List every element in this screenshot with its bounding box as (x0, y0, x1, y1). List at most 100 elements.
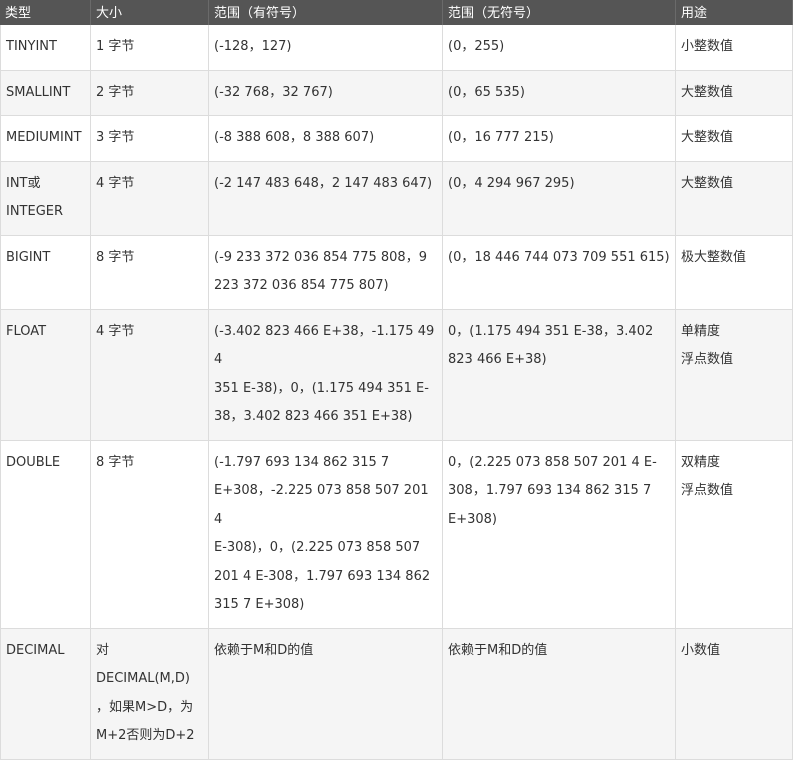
cell-text-line: 小整数值 (681, 39, 734, 54)
cell-signed-range: 依赖于M和D的值 (209, 628, 443, 759)
cell-unsigned-range: (0，16 777 215) (443, 116, 676, 161)
cell-type: FLOAT (0, 309, 91, 440)
cell-text-line: MEDIUMINT (6, 130, 82, 145)
cell-text-line: (-128，127) (214, 39, 292, 54)
cell-text-line: 大整数值 (681, 175, 734, 191)
cell-signed-range: (-128，127) (209, 25, 443, 70)
cell-type: SMALLINT (0, 70, 91, 115)
cell-size: 4 字节 (91, 309, 209, 440)
cell-signed-range: (-1.797 693 134 862 315 7 E+308，-2.225 07… (209, 440, 443, 628)
cell-use: 大整数值 (676, 161, 793, 235)
cell-use: 小整数值 (676, 25, 793, 70)
cell-type: TINYINT (0, 25, 91, 70)
cell-text-line: 315 7 E+308) (214, 597, 305, 612)
cell-text-line: 大整数值 (681, 130, 734, 145)
cell-use: 极大整数值 (676, 235, 793, 309)
cell-text-line: (-1.797 693 134 862 315 7 (214, 454, 390, 470)
table-row: TINYINT 1 字节 (-128，127) (0，255) 小整数值 (0, 25, 793, 71)
cell-text-line: 0，(1.175 494 351 E-38，3.402 (448, 323, 654, 339)
cell-unsigned-range: (0，18 446 744 073 709 551 615) (443, 235, 676, 309)
cell-text-line: (0，255) (448, 39, 505, 54)
cell-type: BIGINT (0, 235, 91, 309)
header-use: 用途 (676, 0, 793, 25)
cell-text-line: ，如果M>D，为 (96, 699, 194, 715)
cell-text-line: 依赖于M和D的值 (448, 642, 548, 658)
cell-unsigned-range: (0，255) (443, 25, 676, 70)
cell-text-line: (-3.402 823 466 E+38，-1.175 494 (214, 323, 435, 368)
cell-text-line: (0，16 777 215) (448, 130, 554, 145)
cell-size: 1 字节 (91, 25, 209, 70)
cell-text-line: DOUBLE (6, 454, 61, 470)
cell-text-line: 1 字节 (96, 39, 135, 54)
cell-signed-range: (-2 147 483 648，2 147 483 647) (209, 161, 443, 235)
cell-text-line: E+308) (448, 511, 497, 527)
cell-text-line: 823 466 E+38) (448, 352, 547, 367)
cell-text-line: BIGINT (6, 249, 51, 265)
header-size: 大小 (91, 0, 209, 25)
cell-use: 大整数值 (676, 70, 793, 115)
cell-text-line: 8 字节 (96, 454, 135, 470)
cell-signed-range: (-8 388 608，8 388 607) (209, 116, 443, 161)
cell-text-line: SMALLINT (6, 84, 71, 100)
cell-text-line: 38，3.402 823 466 351 E+38) (214, 409, 413, 424)
cell-text-line: (-8 388 608，8 388 607) (214, 130, 375, 145)
table-body: TINYINT 1 字节 (-128，127) (0，255) 小整数值 SMALLINT… (0, 25, 793, 760)
cell-text-line: 351 E-38)，0，(1.175 494 351 E- (214, 380, 429, 396)
table-row: SMALLINT 2 字节 (-32 768，32 767) (0，65 535) 大整… (0, 70, 793, 116)
cell-text-line: INT或 (6, 175, 41, 191)
cell-text-line: E+308，-2.225 073 858 507 201 4 (214, 483, 429, 527)
cell-text-line: 双精度 (681, 454, 721, 470)
cell-text-line: 对 (96, 642, 110, 658)
cell-signed-range: (-32 768，32 767) (209, 70, 443, 115)
header-type: 类型 (0, 0, 91, 25)
cell-unsigned-range: 0，(2.225 073 858 507 201 4 E- 308，1.797 6… (443, 440, 676, 628)
table-row: INT或 INTEGER 4 字节 (-2 147 483 648，2 147 483… (0, 161, 793, 236)
cell-use: 单精度 浮点数值 (676, 309, 793, 440)
cell-text-line: 4 字节 (96, 323, 135, 339)
cell-size: 对 DECIMAL(M,D) ，如果M>D，为 M+2否则为D+2 (91, 628, 209, 759)
cell-text-line: 2 字节 (96, 84, 135, 100)
cell-text-line: 223 372 036 854 775 807) (214, 278, 389, 293)
cell-unsigned-range: 依赖于M和D的值 (443, 628, 676, 759)
cell-text-line: DECIMAL (6, 642, 65, 658)
cell-text-line: (-32 768，32 767) (214, 84, 333, 100)
table-row: BIGINT 8 字节 (-9 233 372 036 854 775 808，9 2… (0, 235, 793, 310)
cell-size: 2 字节 (91, 70, 209, 115)
cell-text-line: 小数值 (681, 642, 721, 658)
cell-text-line: 3 字节 (96, 130, 135, 145)
cell-type: INT或 INTEGER (0, 161, 91, 235)
table-row: MEDIUMINT 3 字节 (-8 388 608，8 388 607) (0，16… (0, 116, 793, 162)
mysql-numeric-types-table: 类型 大小 范围（有符号） 范围（无符号） 用途 TINYINT 1 字节 (-12… (0, 0, 793, 760)
cell-text-line: 依赖于M和D的值 (214, 642, 314, 658)
cell-text-line: FLOAT (6, 323, 47, 339)
cell-text-line: 308，1.797 693 134 862 315 7 (448, 483, 652, 498)
cell-text-line: 201 4 E-308，1.797 693 134 862 (214, 568, 431, 584)
cell-text-line: 浮点数值 (681, 352, 734, 367)
cell-text-line: (0，18 446 744 073 709 551 615) (448, 249, 670, 265)
cell-text-line: (0，4 294 967 295) (448, 175, 575, 191)
cell-text-line: (-2 147 483 648，2 147 483 647) (214, 175, 433, 191)
cell-unsigned-range: (0，4 294 967 295) (443, 161, 676, 235)
table-row: DOUBLE 8 字节 (-1.797 693 134 862 315 7 E+308… (0, 440, 793, 629)
cell-use: 小数值 (676, 628, 793, 759)
cell-signed-range: (-9 233 372 036 854 775 808，9 223 372 036… (209, 235, 443, 309)
cell-text-line: 极大整数值 (681, 249, 747, 265)
cell-text-line: 单精度 (681, 323, 721, 339)
header-unsigned-range: 范围（无符号） (443, 0, 676, 25)
cell-text-line: M+2否则为D+2 (96, 728, 195, 743)
cell-use: 双精度 浮点数值 (676, 440, 793, 628)
cell-use: 大整数值 (676, 116, 793, 161)
cell-signed-range: (-3.402 823 466 E+38，-1.175 494 351 E-38)… (209, 309, 443, 440)
cell-type: DECIMAL (0, 628, 91, 759)
cell-type: DOUBLE (0, 440, 91, 628)
table-row: FLOAT 4 字节 (-3.402 823 466 E+38，-1.175 494… (0, 309, 793, 441)
cell-unsigned-range: (0，65 535) (443, 70, 676, 115)
cell-text-line: DECIMAL(M,D) (96, 671, 190, 686)
header-signed-range: 范围（有符号） (209, 0, 443, 25)
table-row: DECIMAL 对 DECIMAL(M,D) ，如果M>D，为 M+2否则为D+2 依赖于… (0, 628, 793, 760)
cell-size: 4 字节 (91, 161, 209, 235)
cell-text-line: E-308)，0，(2.225 073 858 507 (214, 540, 421, 555)
cell-size: 8 字节 (91, 235, 209, 309)
cell-text-line: 4 字节 (96, 175, 135, 191)
cell-size: 3 字节 (91, 116, 209, 161)
